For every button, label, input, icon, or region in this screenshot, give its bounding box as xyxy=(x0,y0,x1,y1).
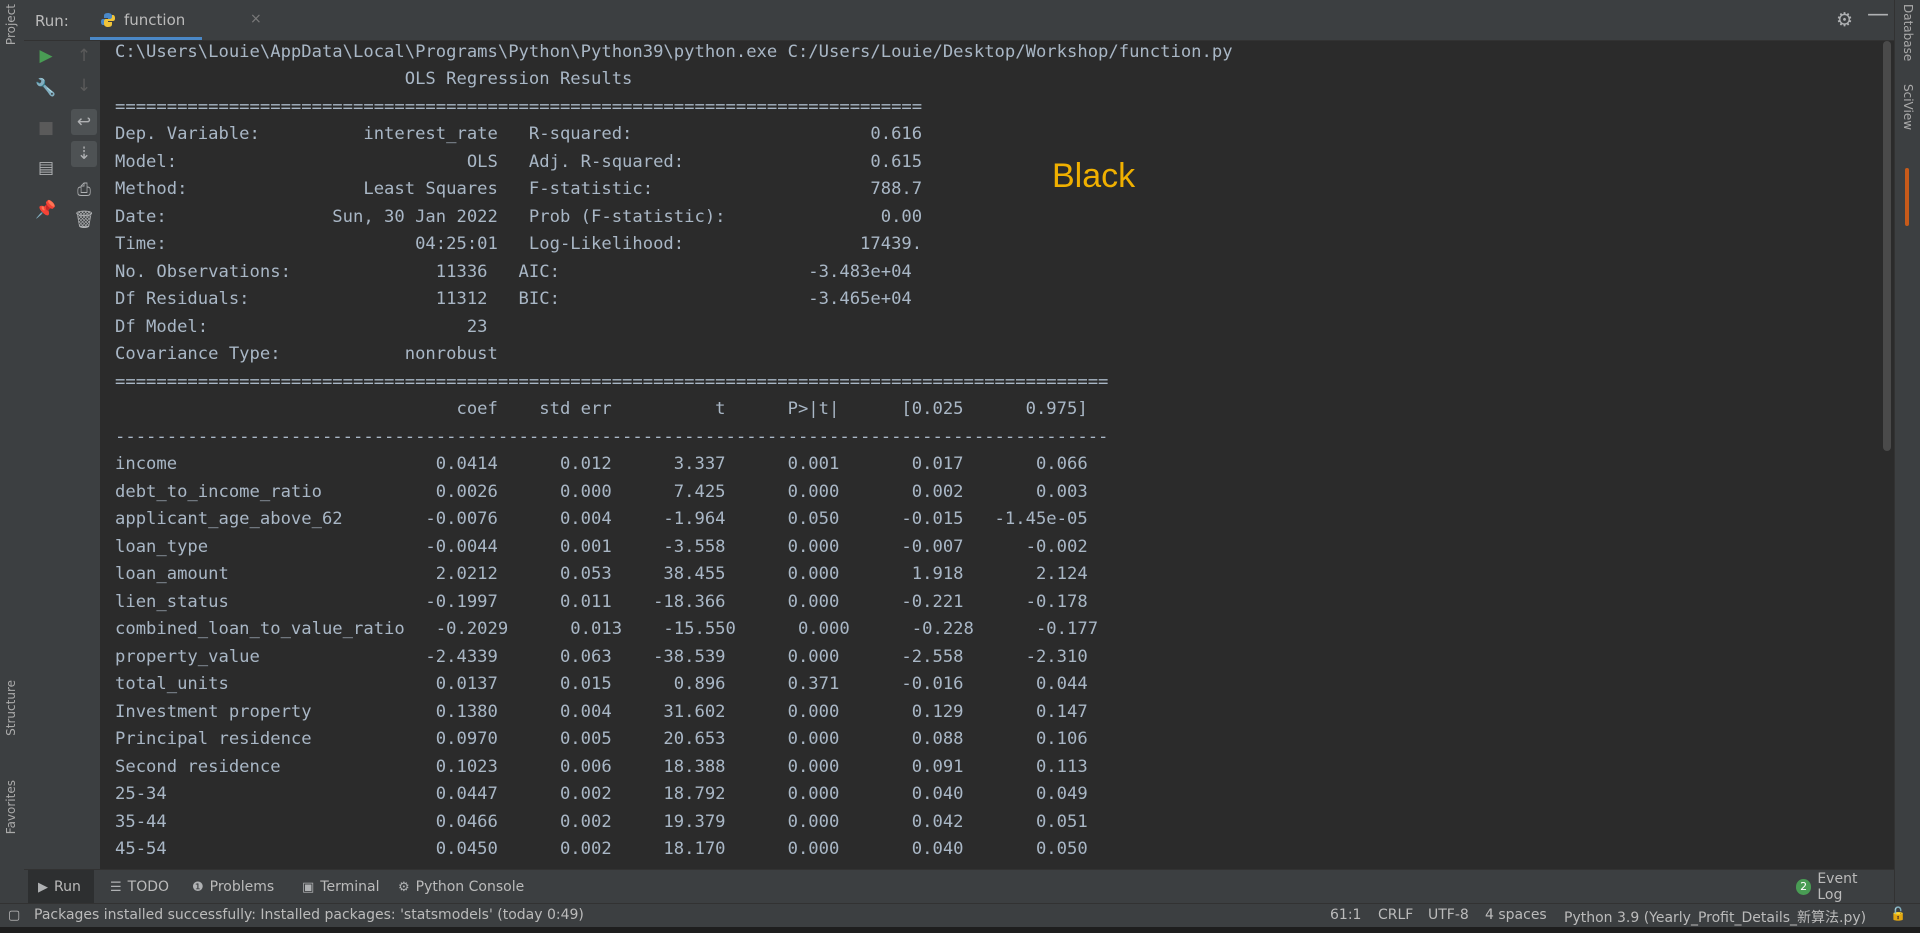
python-icon xyxy=(101,13,115,27)
coef-row: income 0.0414 0.012 3.337 0.001 0.017 0.… xyxy=(115,454,1088,474)
arrow-up-icon[interactable]: ↑ xyxy=(71,43,97,69)
toggle-tool-windows-icon[interactable]: ▢ xyxy=(8,908,20,923)
coef-row: 25-34 0.0447 0.002 18.792 0.000 0.040 0.… xyxy=(115,784,1088,804)
sciview-tool-tab[interactable]: SciView xyxy=(1901,84,1915,130)
run-tab-function[interactable]: function × xyxy=(90,0,262,40)
coef-row: 35-44 0.0466 0.002 19.379 0.000 0.042 0.… xyxy=(115,812,1088,832)
trash-icon[interactable]: 🗑 xyxy=(71,207,97,233)
coef-row: property_value -2.4339 0.063 -38.539 0.0… xyxy=(115,647,1088,667)
summary-line: Df Residuals: 11312 BIC: -3.465e+04 xyxy=(115,289,912,309)
scroll-indicator xyxy=(1905,168,1909,226)
close-icon[interactable]: × xyxy=(250,11,262,27)
coef-row: lien_status -0.1997 0.011 -18.366 0.000 … xyxy=(115,592,1088,612)
run-toolbar-secondary: ↑ ↓ ↩ ⇣ ⎙ 🗑 xyxy=(68,41,101,869)
summary-line: Date: Sun, 30 Jan 2022 Prob (F-statistic… xyxy=(115,207,923,227)
tab-todo[interactable]: ☰ TODO xyxy=(100,870,179,904)
arrow-down-icon[interactable]: ↓ xyxy=(71,73,97,99)
play-icon: ▶ xyxy=(38,879,48,895)
layout-icon[interactable]: ▤ xyxy=(33,155,59,181)
window-bottom-edge xyxy=(0,927,1920,933)
coef-row: loan_type -0.0044 0.001 -3.558 0.000 -0.… xyxy=(115,537,1088,557)
python-console-icon: ⚙ xyxy=(398,879,410,895)
console-scrollbar[interactable] xyxy=(1880,41,1894,869)
summary-line: Covariance Type: nonrobust xyxy=(115,344,498,364)
project-tool-tab[interactable]: Project xyxy=(4,4,18,45)
stop-icon[interactable]: ■ xyxy=(33,115,59,141)
tab-event-log-label: Event Log xyxy=(1817,871,1858,903)
soft-wrap-icon[interactable]: ↩ xyxy=(71,109,97,135)
coef-row: Principal residence 0.0970 0.005 20.653 … xyxy=(115,729,1088,749)
list-icon: ☰ xyxy=(110,879,122,895)
tab-python-console-label: Python Console xyxy=(415,879,525,895)
favorites-tool-tab[interactable]: Favorites xyxy=(4,780,18,834)
tab-problems[interactable]: ❶ Problems xyxy=(182,870,284,904)
coef-row: Second residence 0.1023 0.006 18.388 0.0… xyxy=(115,757,1088,777)
gear-icon[interactable]: ⚙ xyxy=(1836,9,1853,31)
annotation-text: Black xyxy=(1052,157,1136,195)
lock-icon[interactable]: 🔓 xyxy=(1890,907,1906,922)
tab-terminal-label: Terminal xyxy=(320,879,380,895)
coef-row: 45-54 0.0450 0.002 18.170 0.000 0.040 0.… xyxy=(115,839,1088,859)
summary-line: Dep. Variable: interest_rate R-squared: … xyxy=(115,124,923,144)
run-panel-header: Run: function × ⚙ — xyxy=(24,0,1894,41)
scroll-to-end-icon[interactable]: ⇣ xyxy=(71,141,97,167)
python-interpreter[interactable]: Python 3.9 (Yearly_Profit_Details_新算法.py… xyxy=(1564,907,1866,927)
minimize-icon[interactable]: — xyxy=(1867,2,1889,27)
coef-row: total_units 0.0137 0.015 0.896 0.371 -0.… xyxy=(115,674,1088,694)
terminal-icon: ▣ xyxy=(302,879,315,895)
console-output[interactable]: C:\Users\Louie\AppData\Local\Programs\Py… xyxy=(100,41,1880,869)
run-tab-label: function xyxy=(124,11,186,29)
database-tool-tab[interactable]: Database xyxy=(1901,4,1915,61)
summary-line: Method: Least Squares F-statistic: 788.7 xyxy=(115,179,923,199)
info-icon: ❶ xyxy=(192,879,204,895)
structure-tool-tab[interactable]: Structure xyxy=(4,680,18,736)
event-count-badge: 2 xyxy=(1796,879,1812,895)
tab-problems-label: Problems xyxy=(209,879,275,895)
coef-row: loan_amount 2.0212 0.053 38.455 0.000 1.… xyxy=(115,564,1088,584)
tab-python-console[interactable]: ⚙ Python Console xyxy=(388,870,534,904)
pin-icon[interactable]: 📌 xyxy=(33,197,59,223)
tab-todo-label: TODO xyxy=(127,879,170,895)
coef-row: Investment property 0.1380 0.004 31.602 … xyxy=(115,702,1088,722)
print-icon[interactable]: ⎙ xyxy=(71,177,97,203)
separator-equals: ========================================… xyxy=(115,372,1109,392)
caret-position[interactable]: 61:1 xyxy=(1330,907,1361,923)
structure-tab-label: Structure xyxy=(4,680,18,736)
tab-run-label: Run xyxy=(54,879,81,895)
tab-terminal[interactable]: ▣ Terminal xyxy=(292,870,389,904)
left-tool-strip: Project Structure Favorites xyxy=(0,0,25,908)
results-title: OLS Regression Results xyxy=(115,69,633,89)
summary-line: Time: 04:25:01 Log-Likelihood: 17439. xyxy=(115,234,923,254)
coef-row: applicant_age_above_62 -0.0076 0.004 -1.… xyxy=(115,509,1088,529)
favorites-tab-label: Favorites xyxy=(4,780,18,835)
summary-line: Df Model: 23 xyxy=(115,317,488,337)
separator-equals: ========================================… xyxy=(115,97,923,117)
database-tab-label: Database xyxy=(1901,4,1915,62)
summary-line: Model: OLS Adj. R-squared: 0.615 xyxy=(115,152,923,172)
coef-header: coef std err t P>|t| [0.025 0.975] xyxy=(115,399,1088,419)
right-tool-strip: Database SciView xyxy=(1894,0,1920,908)
run-toolbar-primary: ▶ 🔧 ■ ▤ 📌 xyxy=(24,41,68,869)
tab-run[interactable]: ▶ Run xyxy=(28,870,94,904)
project-tab-label: Project xyxy=(4,4,18,46)
summary-line: No. Observations: 11336 AIC: -3.483e+04 xyxy=(115,262,912,282)
coef-row: debt_to_income_ratio 0.0026 0.000 7.425 … xyxy=(115,482,1088,502)
line-separator[interactable]: CRLF xyxy=(1378,907,1413,923)
tool-window-bar: ▶ Run ☰ TODO ❶ Problems ▣ Terminal ⚙ Python C… xyxy=(24,869,1894,904)
coef-row: combined_loan_to_value_ratio -0.2029 0.0… xyxy=(115,619,1099,639)
command-line: C:\Users\Louie\AppData\Local\Programs\Py… xyxy=(115,42,1233,62)
scrollbar-thumb[interactable] xyxy=(1883,41,1891,451)
file-encoding[interactable]: UTF-8 xyxy=(1428,907,1469,923)
wrench-icon[interactable]: 🔧 xyxy=(33,75,59,101)
tab-event-log[interactable]: 2 Event Log xyxy=(1786,870,1894,904)
status-bar: ▢ Packages installed successfully: Insta… xyxy=(0,903,1920,928)
separator-dashes: ----------------------------------------… xyxy=(115,427,1109,447)
indent-setting[interactable]: 4 spaces xyxy=(1485,907,1547,923)
run-label: Run: xyxy=(35,12,69,30)
sciview-tab-label: SciView xyxy=(1901,84,1915,131)
status-message[interactable]: Packages installed successfully: Install… xyxy=(34,907,584,923)
rerun-icon[interactable]: ▶ xyxy=(33,43,59,69)
